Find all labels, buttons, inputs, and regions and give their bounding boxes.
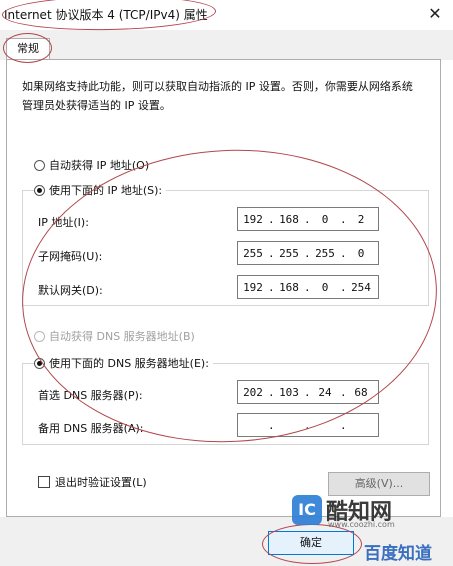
validate-settings-checkbox[interactable]: 退出时验证设置(L) bbox=[38, 474, 147, 490]
tab-general[interactable]: 常规 bbox=[6, 38, 50, 60]
octet: 0 bbox=[321, 212, 329, 226]
auto-dns-label: 自动获得 DNS 服务器地址(B) bbox=[49, 330, 195, 343]
preferred-dns-label: 首选 DNS 服务器(P): bbox=[38, 389, 143, 402]
baidu-zhidao-watermark: 百度知道 bbox=[364, 544, 432, 564]
preferred-dns-input[interactable]: 202. 103. 24. 68 bbox=[237, 380, 379, 404]
radio-off-icon bbox=[34, 159, 45, 171]
checkbox-box bbox=[38, 476, 50, 488]
radio-off-icon bbox=[34, 330, 45, 342]
close-icon[interactable]: ✕ bbox=[425, 4, 445, 24]
ip-address-label: IP 地址(I): bbox=[38, 216, 89, 229]
tab-strip: 常规 bbox=[0, 30, 453, 60]
octet: 168 bbox=[279, 212, 299, 226]
default-gateway-input[interactable]: 192. 168. 0. 254 bbox=[237, 275, 379, 299]
octet: 255 bbox=[315, 246, 335, 260]
octet: 24 bbox=[318, 385, 332, 399]
window-title: Internet 协议版本 4 (TCP/IPv4) 属性 bbox=[4, 8, 208, 22]
octet: 255 bbox=[279, 246, 299, 260]
manual-ip-radio[interactable]: 使用下面的 IP 地址(S): bbox=[34, 182, 167, 198]
auto-ip-label: 自动获得 IP 地址(O) bbox=[49, 159, 150, 172]
alternate-dns-label: 备用 DNS 服务器(A): bbox=[38, 422, 144, 435]
coozhi-watermark: IC 酷知网 www.coozhi.com bbox=[292, 494, 395, 529]
default-gateway-label: 默认网关(D): bbox=[38, 284, 103, 297]
manual-dns-radio[interactable]: 使用下面的 DNS 服务器地址(E): bbox=[34, 355, 213, 371]
ip-address-input[interactable]: 192. 168. 0. 2 bbox=[237, 207, 379, 231]
radio-on-icon bbox=[34, 357, 45, 369]
octet: 0 bbox=[321, 280, 329, 294]
octet: 0 bbox=[357, 246, 365, 260]
subnet-mask-label: 子网掩码(U): bbox=[38, 250, 103, 263]
description-text: 如果网络支持此功能，则可以获取自动指派的 IP 设置。否则，你需要从网络系统管理… bbox=[22, 80, 413, 112]
ok-button[interactable]: 确定 bbox=[268, 531, 354, 555]
alternate-dns-input[interactable]: . . . bbox=[237, 413, 379, 437]
validate-settings-label: 退出时验证设置(L) bbox=[55, 476, 147, 489]
octet: 192 bbox=[243, 280, 263, 294]
manual-dns-label: 使用下面的 DNS 服务器地址(E): bbox=[49, 357, 209, 370]
advanced-button[interactable]: 高级(V)... bbox=[328, 472, 430, 496]
octet: 168 bbox=[279, 280, 299, 294]
coozhi-url: www.coozhi.com bbox=[328, 520, 395, 529]
octet: 254 bbox=[351, 280, 371, 294]
auto-dns-radio[interactable]: 自动获得 DNS 服务器地址(B) bbox=[34, 328, 195, 344]
auto-ip-radio[interactable]: 自动获得 IP 地址(O) bbox=[34, 157, 149, 173]
title-bar: Internet 协议版本 4 (TCP/IPv4) 属性 ✕ bbox=[0, 0, 453, 30]
octet: 255 bbox=[243, 246, 263, 260]
manual-ip-label: 使用下面的 IP 地址(S): bbox=[49, 184, 163, 197]
octet: 192 bbox=[243, 212, 263, 226]
coozhi-logo-icon: IC bbox=[292, 495, 322, 525]
radio-on-icon bbox=[34, 184, 45, 196]
octet: 103 bbox=[279, 385, 299, 399]
octet: 202 bbox=[243, 385, 263, 399]
octet: 68 bbox=[354, 385, 368, 399]
subnet-mask-input[interactable]: 255. 255. 255. 0 bbox=[237, 241, 379, 265]
octet: 2 bbox=[357, 212, 365, 226]
